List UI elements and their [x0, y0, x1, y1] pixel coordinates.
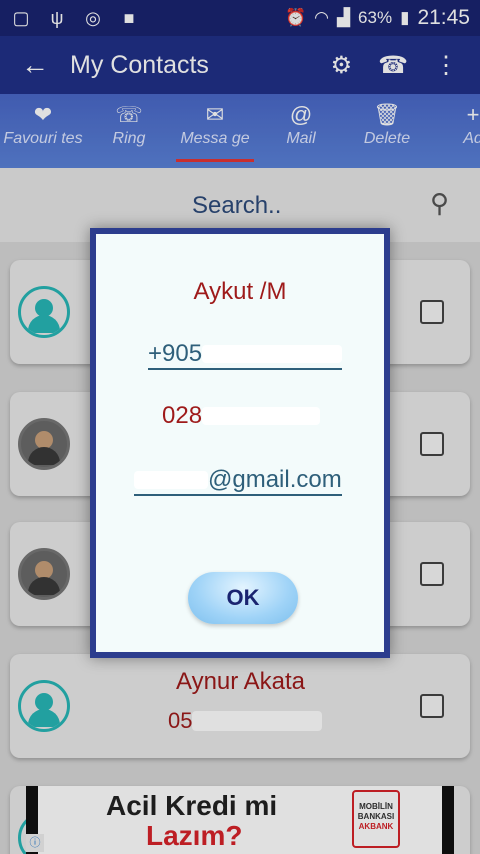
ok-button[interactable]: OK	[188, 572, 298, 624]
dialog-email-suffix: @gmail.com	[208, 466, 342, 493]
dialog-phone2-prefix: 028	[162, 402, 203, 429]
redacted-block	[202, 345, 343, 363]
dialog-contact-name: Aykut /M	[193, 278, 287, 305]
dialog-email-link[interactable]: @gmail.com	[134, 466, 342, 496]
redacted-block	[134, 471, 208, 489]
dialog-phone-link[interactable]: +905	[148, 340, 343, 370]
redacted-block	[202, 407, 321, 425]
dialog-phone-prefix: +905	[148, 340, 203, 367]
dialog-phone2[interactable]: 028	[162, 402, 321, 430]
contact-detail-dialog: Aykut /M +905 028 @gmail.com OK	[90, 228, 390, 658]
